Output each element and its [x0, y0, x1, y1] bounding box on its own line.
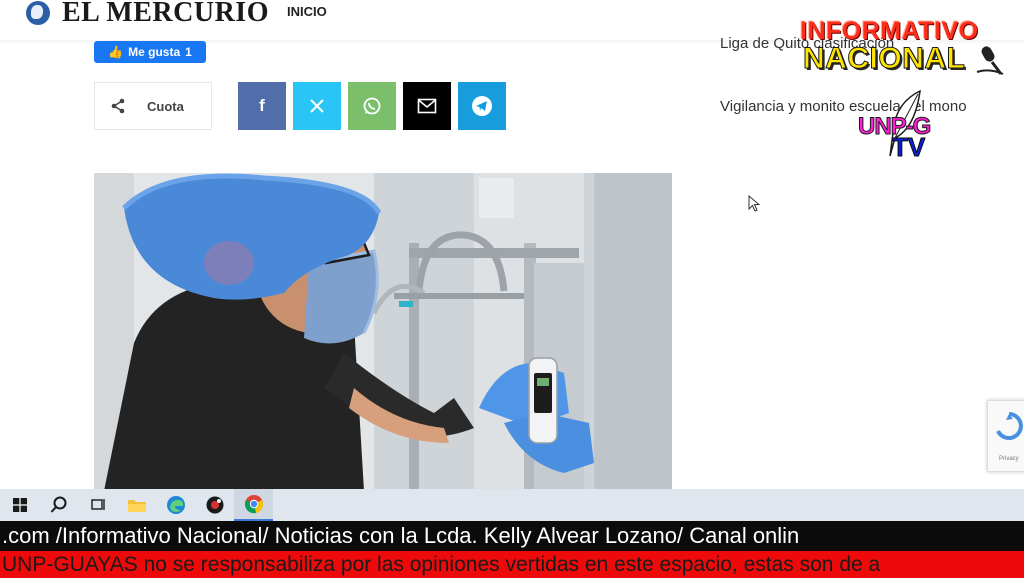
search-icon: [50, 496, 66, 513]
x-share-button[interactable]: [293, 82, 341, 130]
telegram-share-button[interactable]: [458, 82, 506, 130]
share-icon: [111, 98, 125, 114]
whatsapp-icon: [363, 97, 381, 115]
site-logo[interactable]: EL MERCURIO: [26, 0, 269, 28]
mouse-cursor-icon: [748, 195, 760, 212]
taskbar-search-button[interactable]: [39, 489, 78, 521]
edge-browser-icon: [166, 496, 185, 514]
file-explorer-button[interactable]: [117, 489, 156, 521]
email-share-button[interactable]: [403, 82, 451, 130]
app-icon: [206, 496, 223, 514]
facebook-like-button[interactable]: 👍 Me gusta 1: [94, 41, 206, 63]
app-button[interactable]: [195, 489, 234, 521]
telegram-icon: [472, 96, 492, 116]
sidebar-link-2[interactable]: Vigilancia y monito escuela del mono: [720, 96, 980, 118]
nav-home-link[interactable]: INICIO: [287, 4, 327, 19]
overlay-nacional: NACIONAL: [802, 42, 966, 76]
lab-technician-image: [94, 173, 672, 491]
screen: EL MERCURIO INICIO 👍 Me gusta 1 Cuota f: [0, 0, 1024, 578]
like-label: Me gusta: [128, 45, 181, 59]
logo-text: EL MERCURIO: [62, 0, 269, 28]
facebook-icon: f: [259, 96, 265, 115]
share-label: Cuota: [147, 98, 184, 114]
start-button[interactable]: [0, 489, 39, 521]
article-photo: [94, 173, 672, 491]
microphone-icon: [976, 46, 1004, 75]
task-view-button[interactable]: [78, 489, 117, 521]
chrome-icon: [244, 495, 263, 514]
windows-start-icon: [12, 498, 27, 512]
windows-taskbar: [0, 489, 1024, 521]
email-icon: [417, 98, 437, 114]
file-explorer-icon: [127, 500, 146, 512]
chrome-browser-button[interactable]: [234, 489, 273, 521]
x-icon: [310, 99, 324, 113]
news-ticker-bottom: UNP-GUAYAS no se responsabiliza por las …: [0, 551, 1024, 578]
whatsapp-share-button[interactable]: [348, 82, 396, 130]
thumbs-up-icon: 👍: [108, 45, 124, 59]
recaptcha-icon: [996, 412, 1023, 440]
facebook-share-button[interactable]: f: [238, 82, 286, 130]
task-view-icon: [90, 499, 105, 510]
like-count: 1: [185, 45, 192, 59]
share-button[interactable]: Cuota: [94, 82, 212, 130]
overlay-tv: TV: [891, 132, 926, 163]
edge-browser-button[interactable]: [156, 489, 195, 521]
news-ticker-top: .com /Informativo Nacional/ Noticias con…: [0, 521, 1024, 551]
globe-icon: [26, 1, 50, 25]
recaptcha-privacy-text: Privacy: [999, 456, 1019, 462]
